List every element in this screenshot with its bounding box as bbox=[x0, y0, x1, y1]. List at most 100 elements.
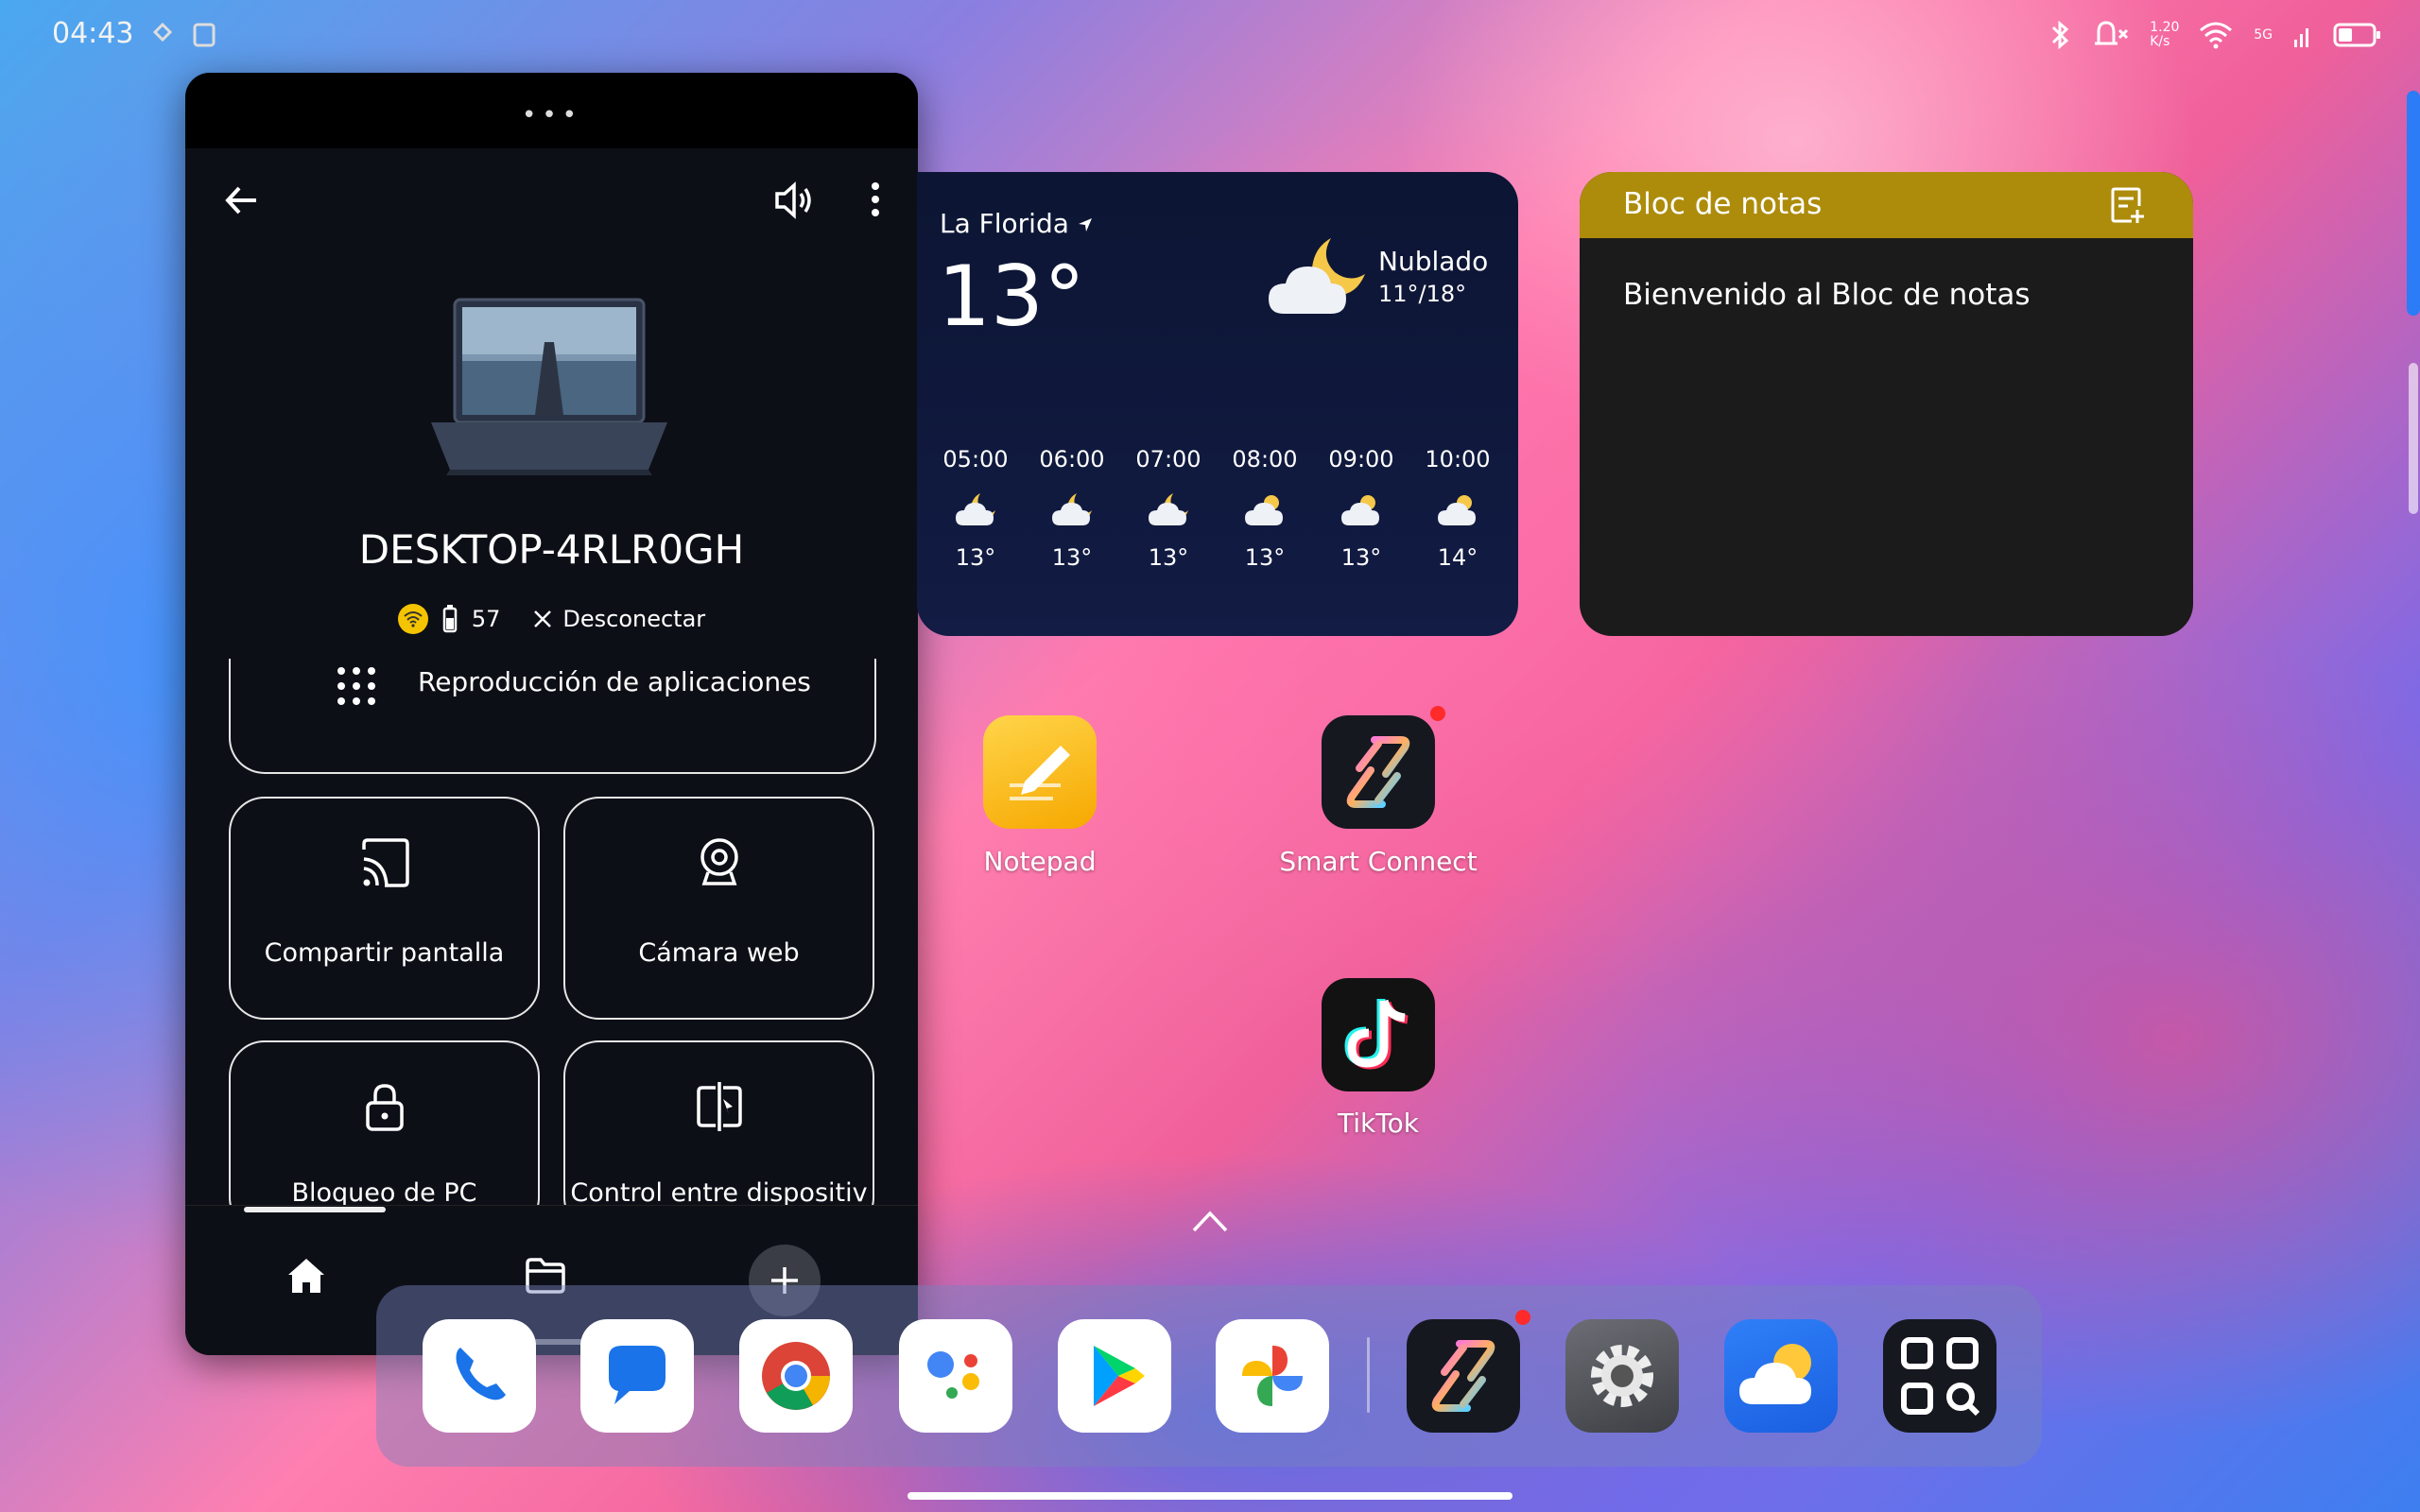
app-drawer-chevron-icon[interactable] bbox=[1190, 1208, 1230, 1234]
assistant-icon bbox=[927, 1351, 979, 1399]
play-store-icon bbox=[1094, 1346, 1145, 1406]
play-store-app-icon[interactable] bbox=[1058, 1319, 1171, 1433]
webcam-tile[interactable]: Cámara web bbox=[563, 797, 874, 1020]
photos-pinwheel-icon bbox=[1242, 1346, 1303, 1406]
cloudy-sun-icon bbox=[1341, 495, 1379, 525]
weather-temperature: 13° bbox=[938, 248, 1085, 345]
status-time: 04:43 bbox=[52, 17, 134, 50]
tiktok-logo-icon bbox=[1344, 999, 1409, 1070]
hour-temp: 13° bbox=[1051, 544, 1093, 571]
hour-time: 05:00 bbox=[942, 446, 1009, 472]
weather-condition: Nublado bbox=[1378, 246, 1489, 277]
notepad-app-icon[interactable] bbox=[983, 715, 1097, 829]
cloudy-night-icon bbox=[1052, 493, 1092, 525]
hourly-forecast: 05:00 13° 06:00 13° 07:00 13° 08:00 13° … bbox=[928, 446, 1505, 571]
app-search-icon-tile[interactable] bbox=[1883, 1319, 1996, 1433]
hour-temp: 13° bbox=[1148, 544, 1189, 571]
photos-app-icon[interactable] bbox=[1216, 1319, 1329, 1433]
smart-connect-logo-icon bbox=[1431, 1340, 1495, 1412]
hour-item: 08:00 13° bbox=[1218, 446, 1312, 571]
device-status: 57 Desconectar bbox=[185, 604, 918, 634]
home-gesture-bar[interactable] bbox=[908, 1492, 1512, 1500]
messages-app-icon[interactable] bbox=[580, 1319, 694, 1433]
hour-time: 10:00 bbox=[1425, 446, 1491, 472]
pc-lock-label: Bloqueo de PC bbox=[291, 1178, 477, 1208]
cloudy-night-icon bbox=[1149, 493, 1188, 525]
lock-icon bbox=[365, 1084, 404, 1131]
screenshot-icon bbox=[193, 23, 216, 47]
webcam-label: Cámara web bbox=[638, 938, 800, 968]
window-options-dots[interactable]: ••• bbox=[522, 101, 582, 129]
message-bubble-icon bbox=[609, 1346, 666, 1404]
battery-icon bbox=[2333, 23, 2380, 47]
settings-app-icon[interactable] bbox=[1565, 1319, 1679, 1433]
hour-item: 06:00 13° bbox=[1025, 446, 1119, 571]
cloudy-sun-icon bbox=[1245, 495, 1283, 525]
hour-temp: 14° bbox=[1437, 544, 1478, 571]
pencil-icon bbox=[1010, 746, 1070, 800]
side-scroll-thumb[interactable] bbox=[2409, 363, 2418, 514]
notes-body: Bienvenido al Bloc de notas bbox=[1623, 278, 2031, 312]
location-arrow-icon bbox=[1078, 218, 1092, 232]
disconnect-button[interactable]: Desconectar bbox=[532, 606, 705, 632]
hour-temp: 13° bbox=[1244, 544, 1286, 571]
weather-location: La Florida bbox=[940, 208, 1093, 239]
app-playback-label: Reproducción de aplicaciones bbox=[418, 666, 811, 697]
notes-title: Bloc de notas bbox=[1623, 187, 1823, 221]
smart-connect-app-label[interactable]: Smart Connect bbox=[1236, 846, 1520, 877]
phone-app-icon[interactable] bbox=[423, 1319, 536, 1433]
weather-widget[interactable]: La Florida 13° Nublado 11°/18° 05:00 13°… bbox=[917, 172, 1518, 636]
notepad-app-label[interactable]: Notepad bbox=[898, 846, 1182, 877]
tiktok-app-label[interactable]: TikTok bbox=[1236, 1108, 1520, 1139]
smart-connect-dock-icon[interactable] bbox=[1407, 1319, 1520, 1433]
hour-item: 05:00 13° bbox=[928, 446, 1023, 571]
volume-icon[interactable] bbox=[771, 177, 819, 224]
side-accent bbox=[2407, 91, 2420, 316]
cloudy-sun-icon bbox=[1438, 495, 1476, 525]
scroll-indicator bbox=[244, 1207, 386, 1212]
hour-time: 07:00 bbox=[1135, 446, 1201, 472]
hour-item: 07:00 13° bbox=[1121, 446, 1216, 571]
hour-time: 08:00 bbox=[1232, 446, 1298, 472]
gear-icon bbox=[1591, 1345, 1653, 1407]
laptop-image bbox=[431, 298, 667, 475]
wifi-connected-icon bbox=[397, 604, 428, 634]
more-menu-icon[interactable] bbox=[866, 179, 885, 226]
dock-separator bbox=[1367, 1337, 1370, 1413]
cast-icon bbox=[361, 838, 409, 887]
smart-connect-panel: ••• DESKTOP-4RLR0GH 57 Desconectar Repro… bbox=[185, 73, 918, 1355]
battery-small-icon bbox=[442, 605, 458, 633]
hour-temp: 13° bbox=[955, 544, 996, 571]
screen-share-tile[interactable]: Compartir pantalla bbox=[229, 797, 540, 1020]
phone-icon bbox=[456, 1348, 506, 1400]
battery-level: 57 bbox=[471, 606, 501, 632]
notes-widget[interactable]: Bloc de notas Bienvenido al Bloc de nota… bbox=[1580, 172, 2193, 636]
weather-sun-cloud-icon bbox=[1739, 1344, 1811, 1404]
hour-item: 09:00 13° bbox=[1314, 446, 1409, 571]
status-right-icons: 1.20 K/s 5G bbox=[2049, 19, 2382, 51]
muted-bell-icon bbox=[2095, 21, 2129, 45]
grid-dots-icon bbox=[337, 667, 375, 705]
assistant-app-icon[interactable] bbox=[899, 1319, 1012, 1433]
new-note-icon[interactable] bbox=[2109, 185, 2147, 225]
close-icon bbox=[534, 610, 552, 627]
smart-connect-app-icon[interactable] bbox=[1322, 715, 1435, 829]
cross-device-label: Control entre dispositiv bbox=[570, 1178, 868, 1208]
smart-connect-logo-icon bbox=[1346, 736, 1410, 808]
back-arrow-icon[interactable] bbox=[218, 177, 266, 224]
webcam-icon bbox=[700, 838, 738, 885]
network-type: 5G bbox=[2254, 27, 2273, 43]
cross-device-icon bbox=[696, 1082, 742, 1131]
screen-share-label: Compartir pantalla bbox=[264, 938, 505, 968]
tiktok-app-icon[interactable] bbox=[1322, 978, 1435, 1091]
chrome-app-icon[interactable] bbox=[739, 1319, 853, 1433]
home-icon[interactable] bbox=[285, 1254, 328, 1297]
apps-search-icon bbox=[1901, 1337, 1980, 1417]
weather-range: 11°/18° bbox=[1378, 281, 1467, 307]
notification-dot bbox=[1430, 706, 1445, 721]
hour-item: 10:00 14° bbox=[1410, 446, 1505, 571]
signal-icon bbox=[2294, 28, 2308, 47]
hour-temp: 13° bbox=[1340, 544, 1382, 571]
cloudy-moon-icon bbox=[1269, 238, 1365, 314]
weather-app-icon[interactable] bbox=[1724, 1319, 1838, 1433]
